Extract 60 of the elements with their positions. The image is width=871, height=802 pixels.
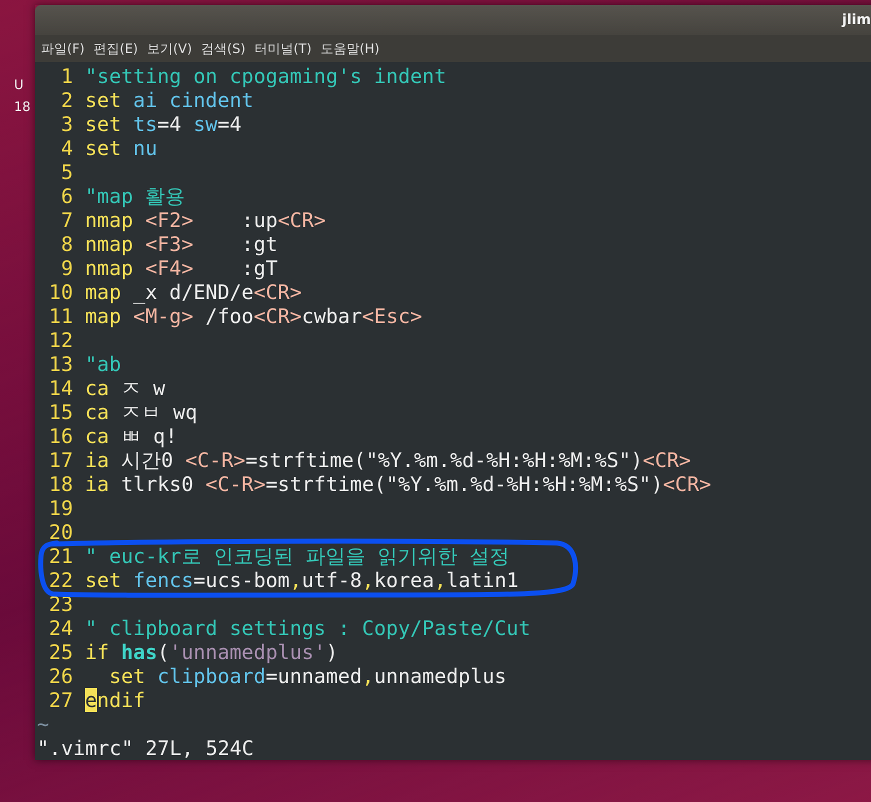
menu-item[interactable]: 보기(V)	[146, 40, 192, 58]
menu-item[interactable]: 검색(S)	[201, 40, 246, 58]
line-number: 20	[48, 520, 73, 544]
code-line: nmap <F2> :up<CR>	[85, 208, 326, 232]
line-number: 11	[48, 304, 73, 328]
desktop-label: 18	[14, 100, 31, 115]
code-line: "ab	[85, 352, 122, 376]
line-number: 25	[48, 640, 73, 664]
line-number: 22	[48, 568, 73, 592]
line-number: 23	[48, 592, 73, 616]
menu-item[interactable]: 파일(F)	[41, 40, 85, 58]
code-line: ia 시간0 <C-R>=strftime("%Y.%m.%d-%H:%H:%M:%S")<CR>	[85, 448, 691, 472]
code-line: set ts=4 sw=4	[85, 112, 242, 136]
line-number: 7	[60, 208, 73, 232]
line-number: 13	[48, 352, 73, 376]
code-line: set fencs=ucs-bom,utf-8,korea,latin1	[85, 568, 519, 592]
menu-item[interactable]: 터미널(T)	[254, 40, 312, 58]
menu-item[interactable]: 편집(E)	[94, 40, 138, 58]
line-number: 2	[60, 88, 73, 112]
window-title: jlim	[842, 12, 871, 28]
line-number: 16	[48, 424, 73, 448]
code-line: map <M-g> /foo<CR>cwbar<Esc>	[85, 304, 422, 328]
line-number: 4	[60, 136, 73, 160]
line-number: 12	[48, 328, 73, 352]
line-number: 24	[48, 616, 73, 640]
code-line: ia tlrks0 <C-R>=strftime("%Y.%m.%d-%H:%H:%M:%S")<CR>	[85, 472, 712, 496]
line-number: 14	[48, 376, 73, 400]
code-line: " clipboard settings : Copy/Paste/Cut	[85, 616, 531, 640]
line-number: 21	[48, 544, 73, 568]
code-line: set ai cindent	[85, 88, 254, 112]
code-line: map _x d/END/e<CR>	[85, 280, 302, 304]
desktop-label: U	[14, 78, 24, 93]
line-number: 10	[48, 280, 73, 304]
line-number: 18	[48, 472, 73, 496]
code-line: nmap <F3> :gt	[85, 232, 278, 256]
line-number: 17	[48, 448, 73, 472]
line-number: 26	[48, 664, 73, 688]
code-line: endif	[85, 688, 146, 712]
line-number: 3	[60, 112, 73, 136]
code-line: ca ㅈㅂ wq	[85, 400, 198, 424]
status-line: ".vimrc" 27L, 524C	[37, 736, 255, 760]
code-line: ca ㅈ w	[85, 376, 166, 400]
code-line: if has('unnamedplus')	[85, 640, 338, 664]
code-line: nmap <F4> :gT	[85, 256, 278, 280]
code-line: ca ㅃ q!	[85, 424, 178, 448]
line-number: 19	[48, 496, 73, 520]
code-line: set clipboard=unnamed,unnamedplus	[108, 664, 506, 688]
menu-item[interactable]: 도움말(H)	[320, 40, 380, 58]
line-number: 9	[60, 256, 73, 280]
code-line: "map 활용	[85, 184, 186, 208]
line-number: 5	[60, 160, 73, 184]
line-number: 8	[60, 232, 73, 256]
line-number: 1	[60, 64, 73, 88]
code-line: " euc-kr로 인코딩된 파일을 읽기위한 설정	[85, 544, 510, 568]
line-number: 6	[60, 184, 73, 208]
code-line: set nu	[85, 136, 158, 160]
line-number: 27	[48, 688, 73, 712]
code-line: "setting on cpogaming's indent	[85, 64, 446, 88]
line-number: 15	[48, 400, 73, 424]
empty-line-marker: ~	[37, 712, 50, 736]
